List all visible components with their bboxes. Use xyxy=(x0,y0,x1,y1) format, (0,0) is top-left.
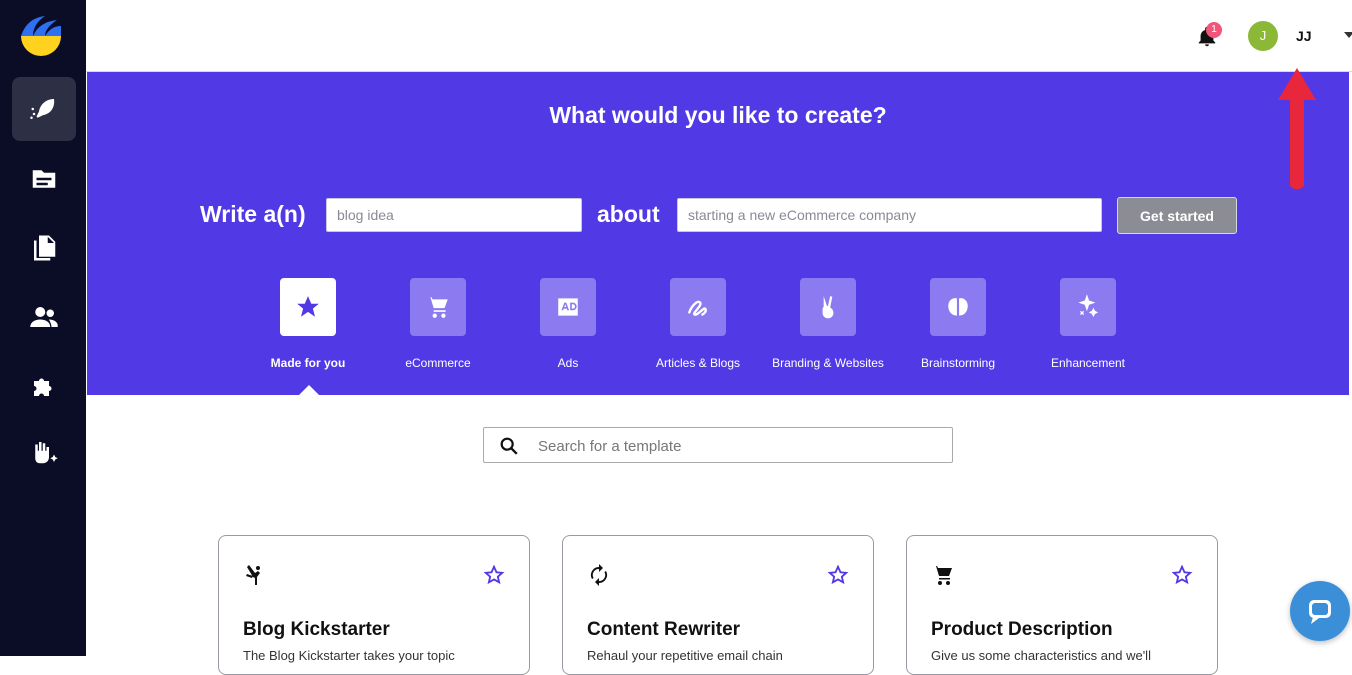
search-icon xyxy=(500,437,518,455)
annotation-arrow-icon xyxy=(1278,68,1316,190)
template-search xyxy=(483,427,953,464)
category-label: Articles & Blogs xyxy=(655,356,741,370)
people-icon xyxy=(30,307,58,327)
hand-sparkle-icon xyxy=(35,442,58,464)
ad-icon xyxy=(558,298,578,316)
notification-badge: 1 xyxy=(1206,22,1222,38)
content-type-input[interactable] xyxy=(326,198,582,232)
category-ads[interactable]: Ads xyxy=(503,278,633,370)
squiggle-icon xyxy=(688,300,707,316)
nav-documents[interactable] xyxy=(12,147,76,211)
category-brainstorming[interactable]: Brainstorming xyxy=(893,278,1023,370)
category-label: Made for you xyxy=(270,356,346,370)
category-made-for-you[interactable]: Made for you xyxy=(243,278,373,370)
favorite-star-icon[interactable] xyxy=(1171,564,1193,586)
favorite-star-icon[interactable] xyxy=(483,564,505,586)
card-title: Blog Kickstarter xyxy=(243,619,390,640)
refresh-icon xyxy=(590,564,608,586)
cart-icon xyxy=(933,566,952,585)
favorite-star-icon[interactable] xyxy=(827,564,849,586)
category-label: eCommerce xyxy=(405,356,471,370)
category-ecommerce[interactable]: eCommerce xyxy=(373,278,503,370)
nav-integrations[interactable] xyxy=(12,354,76,418)
copy-files-icon xyxy=(34,235,56,261)
category-enhancement[interactable]: Enhancement xyxy=(1023,278,1153,370)
chat-bubble-icon xyxy=(1309,600,1331,624)
get-started-button[interactable]: Get started xyxy=(1117,197,1237,234)
write-label: Write a(n) xyxy=(200,201,306,227)
folder-icon xyxy=(32,170,56,188)
feather-icon xyxy=(30,99,55,119)
cart-icon xyxy=(427,297,448,318)
app-logo[interactable] xyxy=(19,14,63,58)
template-card[interactable]: Blog Kickstarter The Blog Kickstarter ta… xyxy=(218,535,530,675)
sidebar xyxy=(0,0,86,656)
category-label: Branding & Websites xyxy=(772,356,884,370)
create-hero: What would you like to create? Write a(n… xyxy=(87,72,1349,396)
category-label: Brainstorming xyxy=(920,356,996,370)
category-articles-blogs[interactable]: Articles & Blogs xyxy=(633,278,763,370)
card-title: Content Rewriter xyxy=(587,619,741,640)
card-title: Product Description xyxy=(931,619,1113,640)
kick-icon xyxy=(246,565,260,585)
category-branding-websites[interactable]: Branding & Websites xyxy=(763,278,893,370)
top-bar xyxy=(86,0,1352,72)
avatar[interactable]: J xyxy=(1248,21,1278,51)
category-label: Ads xyxy=(557,356,579,370)
hero-title: What would you like to create? xyxy=(549,102,887,128)
category-label: Enhancement xyxy=(1050,356,1126,370)
template-card[interactable]: Content Rewriter Rehaul your repetitive … xyxy=(562,535,874,675)
nav-community[interactable] xyxy=(12,420,76,484)
nav-files[interactable] xyxy=(12,216,76,280)
star-icon xyxy=(297,296,319,317)
template-card[interactable]: Product Description Give us some charact… xyxy=(906,535,1218,675)
topic-input[interactable] xyxy=(677,198,1102,232)
chat-widget-button[interactable] xyxy=(1290,581,1350,641)
peace-hand-icon xyxy=(822,296,834,319)
nav-create[interactable] xyxy=(12,77,76,141)
nav-team[interactable] xyxy=(12,285,76,349)
search-input[interactable] xyxy=(536,428,940,464)
puzzle-icon xyxy=(34,378,52,396)
sparkle-icon xyxy=(1078,294,1099,318)
about-label: about xyxy=(597,201,660,227)
active-category-pointer xyxy=(298,385,320,396)
brain-icon xyxy=(948,298,968,316)
chevron-down-icon[interactable] xyxy=(1344,32,1352,38)
user-name[interactable]: JJ xyxy=(1296,28,1312,44)
